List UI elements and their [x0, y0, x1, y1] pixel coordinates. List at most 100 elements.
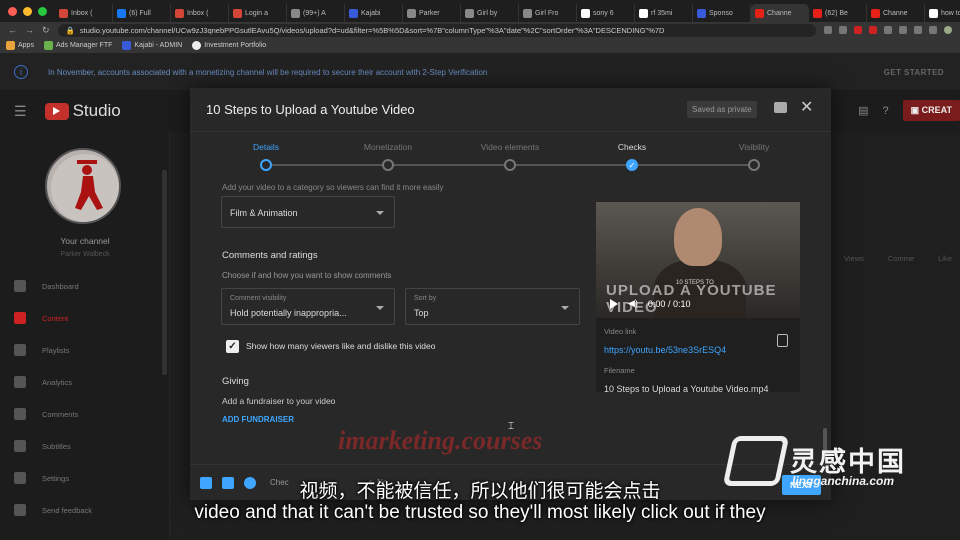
- copy-icon[interactable]: [777, 334, 788, 347]
- apps-grid-icon: [6, 41, 15, 50]
- facebook-icon: [117, 8, 126, 18]
- sidebar-item-analytics[interactable]: Analytics: [14, 376, 72, 388]
- profile-avatar[interactable]: [944, 26, 952, 34]
- bookmark-label: Apps: [18, 42, 34, 49]
- step-video-elements[interactable]: Video elements: [450, 142, 570, 152]
- step-dot-icon[interactable]: [260, 159, 272, 171]
- extension-icon[interactable]: [914, 26, 922, 34]
- address-bar-row: ← → ↻ 🔒 studio.youtube.com/channel/UCw9zJ…: [0, 22, 960, 38]
- show-likes-checkbox[interactable]: ✓: [226, 340, 239, 353]
- browser-tab[interactable]: (99+) A: [287, 4, 345, 22]
- create-button[interactable]: ▣ CREAT: [902, 100, 960, 121]
- browser-tab[interactable]: how to: [925, 4, 960, 22]
- forward-icon[interactable]: →: [25, 25, 34, 36]
- tab-label: sony 6: [593, 9, 614, 17]
- browser-tab[interactable]: Girl Fro: [519, 4, 577, 22]
- step-checks[interactable]: Checks: [572, 142, 692, 152]
- content-icon: [14, 312, 26, 324]
- sidebar-item-content[interactable]: Content: [14, 312, 68, 324]
- extension-icon[interactable]: [854, 26, 862, 34]
- help-icon[interactable]: ?: [883, 105, 889, 117]
- minimize-window-button[interactable]: [23, 6, 32, 16]
- column-header-likes[interactable]: Like: [938, 254, 952, 263]
- browser-tab[interactable]: sony 6: [577, 4, 635, 22]
- step-dot-icon[interactable]: [504, 159, 516, 171]
- browser-tab[interactable]: Inbox (: [55, 4, 113, 22]
- step-visibility[interactable]: Visibility: [694, 142, 814, 152]
- column-header-comments[interactable]: Comme: [888, 254, 914, 263]
- banner-text: In November, accounts associated with a …: [48, 67, 488, 77]
- browser-tab[interactable]: Parker: [403, 4, 461, 22]
- sidebar-item-dashboard[interactable]: Dashboard: [14, 280, 79, 292]
- globe-icon: [192, 41, 202, 50]
- extension-icon[interactable]: [899, 26, 907, 34]
- sidebar-item-label: Content: [42, 313, 69, 323]
- page-icon: [407, 8, 416, 18]
- bookmark-ads-manager[interactable]: Ads Manager FTF: [43, 41, 112, 50]
- get-started-button[interactable]: GET STARTED: [884, 68, 944, 77]
- browser-tab[interactable]: Kajabi: [345, 4, 403, 22]
- channel-logo-icon: [51, 154, 119, 222]
- category-select[interactable]: Film & Animation: [221, 196, 395, 228]
- browser-tab[interactable]: Channe: [867, 4, 925, 22]
- bookmark-kajabi[interactable]: Kajabi - ADMIN: [122, 41, 182, 50]
- hamburger-menu-icon[interactable]: ☰: [14, 103, 27, 120]
- feedback-icon[interactable]: [774, 102, 787, 113]
- studio-logo[interactable]: Studio: [44, 101, 121, 121]
- giving-description: Add a fundraiser to your video: [222, 396, 336, 406]
- zoom-icon[interactable]: [824, 26, 832, 34]
- zoom-window-button[interactable]: [38, 6, 47, 16]
- browser-tab[interactable]: (62) Be: [809, 4, 867, 22]
- step-monetization[interactable]: Monetization: [328, 142, 448, 152]
- column-header-views[interactable]: Views: [844, 254, 864, 263]
- add-fundraiser-button[interactable]: ADD FUNDRAISER: [222, 415, 294, 424]
- extension-icon[interactable]: [884, 26, 892, 34]
- tab-list: Inbox ( (6) Full Inbox ( Login a (99+) A Kaja…: [55, 0, 960, 22]
- ads-manager-icon: [43, 41, 53, 50]
- close-window-button[interactable]: [8, 6, 17, 16]
- gmail-icon: [233, 8, 242, 18]
- step-dot-icon[interactable]: [748, 159, 760, 171]
- channel-avatar[interactable]: [45, 148, 121, 224]
- comment-visibility-select[interactable]: Comment visibility Hold potentially inap…: [221, 288, 395, 325]
- dialog-header: 10 Steps to Upload a Youtube Video Saved…: [190, 88, 831, 132]
- comments-icon: [14, 408, 26, 420]
- url-field[interactable]: 🔒 studio.youtube.com/channel/UCw9zJ3qnebP…: [57, 23, 816, 37]
- extension-icon[interactable]: [869, 26, 877, 34]
- sidebar-item-comments[interactable]: Comments: [14, 408, 78, 420]
- messages-icon[interactable]: ▤: [858, 104, 868, 117]
- step-check-icon[interactable]: ✓: [626, 159, 638, 171]
- your-channel-label: Your channel: [60, 236, 110, 246]
- browser-tab[interactable]: (6) Full: [113, 4, 171, 22]
- tab-label: (6) Full: [129, 9, 151, 17]
- close-icon[interactable]: ✕: [800, 97, 813, 117]
- sidebar-item-playlists[interactable]: Playlists: [14, 344, 70, 356]
- comments-description: Choose if and how you want to show comme…: [222, 271, 392, 280]
- youtube-logo-icon: [44, 102, 69, 120]
- browser-tab[interactable]: rf 35mi: [635, 4, 693, 22]
- browser-tab[interactable]: Sponso: [693, 4, 751, 22]
- sidebar-item-subtitles[interactable]: Subtitles: [14, 440, 71, 452]
- browser-tab[interactable]: Channe: [751, 4, 809, 22]
- volume-icon[interactable]: ◀): [628, 298, 638, 309]
- video-player[interactable]: 10 STEPS TO UPLOAD A YOUTUBE VIDEO ◀) 0:…: [596, 202, 800, 318]
- video-link[interactable]: https://youtu.be/53ne3SrESQ4: [604, 345, 726, 355]
- browser-tab[interactable]: Inbox (: [171, 4, 229, 22]
- sort-by-select[interactable]: Sort by Top: [405, 288, 580, 325]
- tab-label: how to: [941, 9, 960, 17]
- tab-label: Inbox (: [187, 9, 209, 17]
- back-icon[interactable]: ←: [8, 25, 17, 36]
- browser-tab[interactable]: Girl by: [461, 4, 519, 22]
- step-dot-icon[interactable]: [382, 159, 394, 171]
- step-details[interactable]: Details: [206, 142, 326, 152]
- puzzle-icon[interactable]: [929, 26, 937, 34]
- sidebar-scrollbar[interactable]: [162, 170, 167, 375]
- url-text: studio.youtube.com/channel/UCw9zJ3qnebPP…: [79, 25, 665, 35]
- bookmark-apps[interactable]: Apps: [6, 41, 34, 50]
- bookmark-investment[interactable]: Investment Portfolio: [192, 41, 266, 50]
- play-icon[interactable]: [610, 298, 618, 309]
- star-icon[interactable]: [839, 26, 847, 34]
- tab-label: Sponso: [709, 9, 733, 17]
- reload-icon[interactable]: ↻: [42, 25, 50, 36]
- browser-tab[interactable]: Login a: [229, 4, 287, 22]
